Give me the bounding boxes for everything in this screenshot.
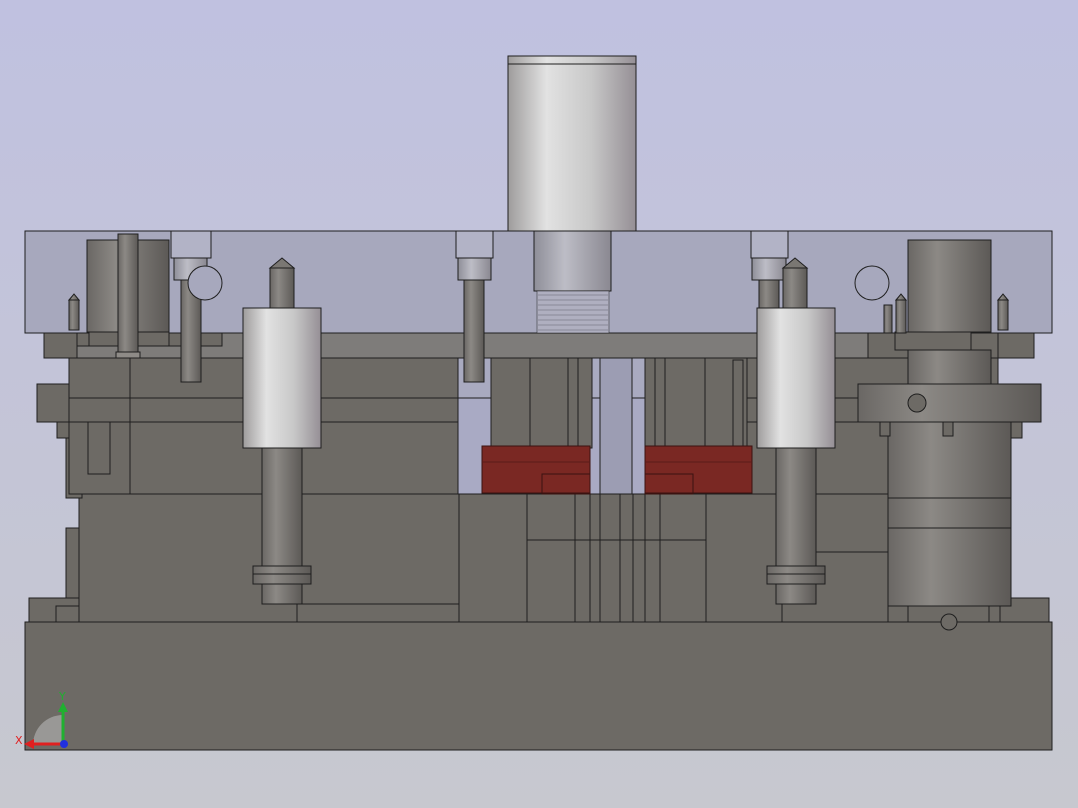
z-axis-dot-icon — [60, 740, 68, 748]
lower-die-block — [65, 493, 1001, 623]
x-axis-label: X — [15, 734, 23, 747]
cad-viewport[interactable]: Y X — [0, 0, 1078, 808]
left-guide-post — [86, 233, 170, 359]
y-axis-label: Y — [58, 690, 66, 703]
die-assembly-drawing: Y X — [0, 0, 1078, 808]
lower-die-shoe — [24, 621, 1053, 751]
